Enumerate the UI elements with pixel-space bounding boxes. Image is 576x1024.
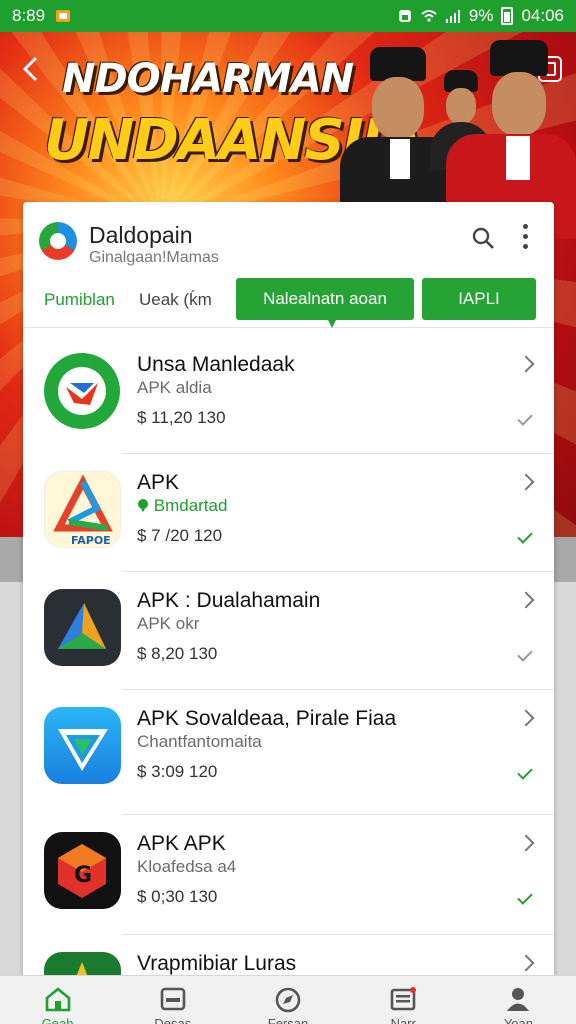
wallet-icon xyxy=(160,987,186,1011)
nav-fersan[interactable]: Fersan xyxy=(230,976,345,1024)
status-clock: 04:06 xyxy=(521,6,564,25)
check-icon xyxy=(517,889,533,905)
app-sub-label: APK okr xyxy=(137,614,200,633)
back-button[interactable] xyxy=(18,54,48,84)
list-item[interactable]: Unsa Manledaak APK aldia $ 11,20 130 xyxy=(23,336,554,454)
nav-desas[interactable]: Desas xyxy=(115,976,230,1024)
nav-label: Fersan xyxy=(267,1016,309,1024)
check-icon xyxy=(517,410,533,426)
nav-label: Desas xyxy=(154,1016,192,1024)
app-sub-label: Kloafedsa a4 xyxy=(137,857,237,876)
search-icon[interactable] xyxy=(471,226,495,250)
app-price-label: $ 8,20 130 xyxy=(137,644,218,663)
app-icon-blue-send xyxy=(44,707,121,784)
svg-text:G: G xyxy=(74,863,92,888)
status-bar: 8:89 9% 04:06 xyxy=(0,0,576,32)
nav-label: Yoan xyxy=(503,1016,533,1024)
app-sub-text: Bmdartad xyxy=(153,496,228,515)
app-icon-red-cube: G xyxy=(44,832,121,909)
news-icon xyxy=(390,987,417,1011)
app-name-label: APK : Dualahamain xyxy=(137,589,321,612)
battery-percent: 9% xyxy=(468,6,494,25)
check-icon xyxy=(517,528,533,544)
app-price-label: $ 7 /20 120 xyxy=(137,526,223,545)
list-item[interactable]: FAPOE APK Bmdartad $ 7 /20 120 xyxy=(23,454,554,572)
app-name: Daldopain xyxy=(89,222,193,248)
back-arrow-icon xyxy=(22,56,38,82)
chevron-right-icon xyxy=(517,355,535,373)
app-name-label: APK APK xyxy=(137,832,226,855)
app-logo-icon xyxy=(39,222,77,260)
compass-icon xyxy=(275,987,301,1013)
nav-yoan[interactable]: Yoan xyxy=(461,976,576,1024)
chevron-right-icon xyxy=(517,954,535,972)
nav-narr[interactable]: Narr xyxy=(346,976,461,1024)
app-header: Daldopain Ginalgaan!Mamas Pumiblan Ueak … xyxy=(23,202,554,328)
check-icon xyxy=(517,764,533,780)
tab-iapli[interactable]: IAPLI xyxy=(422,278,536,320)
wifi-icon xyxy=(421,10,437,22)
lock-icon xyxy=(398,10,411,22)
app-subtitle: Ginalgaan!Mamas xyxy=(89,249,219,266)
chevron-right-icon xyxy=(517,834,535,852)
app-price-label: $ 3:09 120 xyxy=(137,762,218,781)
check-icon xyxy=(517,646,533,662)
nav-label: Geah xyxy=(41,1016,74,1024)
nav-home[interactable]: Geah xyxy=(0,976,115,1024)
download-badge-icon xyxy=(138,499,148,512)
chevron-right-icon xyxy=(517,473,535,491)
home-icon xyxy=(45,987,70,1012)
list-item[interactable]: APK : Dualahamain APK okr $ 8,20 130 xyxy=(23,572,554,690)
tab-bar: Pumiblan Ueak (ḱm Nalealnatn aoan IAPLI xyxy=(23,278,554,328)
app-name-label: APK Sovaldeaa, Pirale Fiaa xyxy=(137,707,397,730)
tab-nalealnatn[interactable]: Nalealnatn aoan xyxy=(236,278,414,328)
more-menu-icon[interactable] xyxy=(521,224,529,252)
signal-icon xyxy=(445,10,460,23)
app-price-label: $ 0;30 130 xyxy=(137,887,218,906)
app-icon-dark-triangle xyxy=(44,589,121,666)
app-icon-triangle: FAPOE xyxy=(44,471,121,548)
app-sub-label: Bmdartad xyxy=(137,496,227,516)
chevron-right-icon xyxy=(517,709,535,727)
app-card: Daldopain Ginalgaan!Mamas Pumiblan Ueak … xyxy=(23,202,554,982)
battery-icon xyxy=(501,7,514,25)
tab-pumiblan[interactable]: Pumiblan xyxy=(44,290,115,310)
svg-text:FAPOE: FAPOE xyxy=(71,534,111,547)
status-time-left: 8:89 xyxy=(12,6,46,25)
app-price-label: $ 11,20 130 xyxy=(137,408,226,427)
nav-label: Narr xyxy=(390,1016,416,1024)
app-sub-label: Chantfantomaita xyxy=(137,732,262,751)
app-icon-chat xyxy=(44,353,121,430)
bottom-navigation: Geah Desas Fersan Narr Yoan xyxy=(0,975,576,1024)
chevron-right-icon xyxy=(517,591,535,609)
tab-ueak[interactable]: Ueak (ḱm xyxy=(139,290,212,310)
banner-title-line1: NDOHARMAN xyxy=(62,56,354,102)
list-item[interactable]: G APK APK Kloafedsa a4 $ 0;30 130 xyxy=(23,815,554,935)
app-name-label: APK xyxy=(137,471,180,494)
notification-icon xyxy=(56,10,71,22)
app-list: Unsa Manledaak APK aldia $ 11,20 130 FAP… xyxy=(23,336,554,982)
list-item[interactable]: APK Sovaldeaa, Pirale Fiaa Chantfantomai… xyxy=(23,690,554,815)
app-name-label: Vrapmibiar Luras xyxy=(137,952,297,975)
app-name-label: Unsa Manledaak xyxy=(137,353,295,376)
profile-icon xyxy=(507,988,530,1011)
app-sub-label: APK aldia xyxy=(137,378,212,397)
